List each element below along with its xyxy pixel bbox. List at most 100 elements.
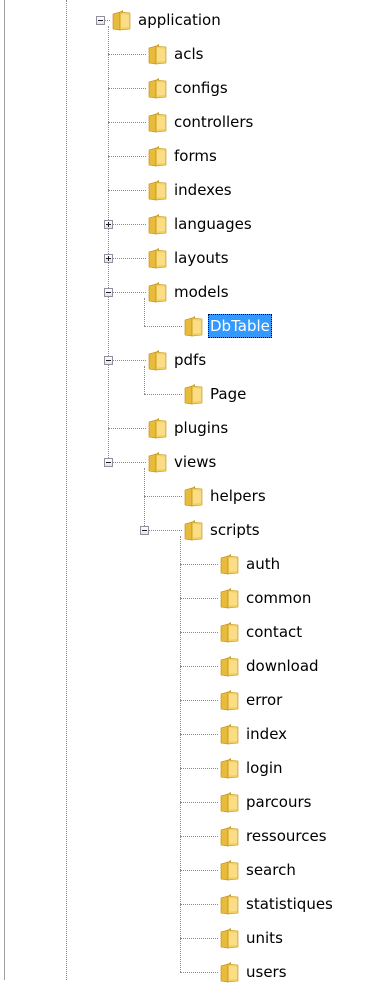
tree-node-forms[interactable]: forms [172,144,219,168]
folder-icon [146,246,170,270]
tree-node-error[interactable]: error [244,688,284,712]
folder-icon [218,926,242,950]
tree-connector-line [144,394,182,395]
tree-connector-line [180,598,218,599]
tree-node-models[interactable]: models [172,280,231,304]
tree-connector-line [180,904,218,905]
tree-node-controllers[interactable]: controllers [172,110,255,134]
tree-node-helpers[interactable]: helpers [208,484,268,508]
tree-connector-line [180,666,218,667]
tree-node-index[interactable]: index [244,722,289,746]
tree-node-search[interactable]: search [244,858,298,882]
tree-connector-line [180,972,218,973]
folder-icon [218,790,242,814]
tree-connector-line [144,496,182,497]
tree-connector-line [144,530,182,531]
tree-node-configs[interactable]: configs [172,76,230,100]
tree-connector-line [180,768,218,769]
tree-node-views[interactable]: views [172,450,218,474]
folder-icon [218,960,242,984]
tree-node-application[interactable]: application [136,8,223,32]
folder-icon [218,688,242,712]
tree-node-download[interactable]: download [244,654,321,678]
folder-icon [218,552,242,576]
expand-toggle-icon[interactable] [104,254,113,263]
tree-node-indexes[interactable]: indexes [172,178,234,202]
folder-icon [218,892,242,916]
folder-icon [182,382,206,406]
tree-connector-line [180,700,218,701]
tree-connector-line [180,938,218,939]
tree-connector-line [180,564,218,565]
tree-node-units[interactable]: units [244,926,285,950]
folder-icon [218,722,242,746]
folder-icon [110,8,134,32]
collapse-toggle-icon[interactable] [104,356,113,365]
folder-icon [146,212,170,236]
tree-node-acls[interactable]: acls [172,42,205,66]
tree-connector-line [108,462,146,463]
collapse-toggle-icon[interactable] [96,16,105,25]
tree-connector-line [108,88,146,89]
folder-icon [146,110,170,134]
tree-connector-line [180,734,218,735]
tree-connector-line [180,836,218,837]
tree-connector-line [66,0,67,980]
tree-node-dbtable[interactable]: DbTable [208,314,272,338]
tree-node-page[interactable]: Page [208,382,248,406]
tree-node-scripts[interactable]: scripts [208,518,262,542]
folder-icon [218,858,242,882]
folder-icon [182,518,206,542]
folder-icon [146,42,170,66]
tree-node-parcours[interactable]: parcours [244,790,313,814]
tree-connector-line [108,26,109,462]
tree-connector-line [144,468,145,530]
folder-icon [182,484,206,508]
tree-connector-line [144,366,145,394]
folder-icon [146,416,170,440]
tree-node-ressources[interactable]: ressources [244,824,329,848]
tree-connector-line [180,632,218,633]
tree-connector-line [180,536,181,972]
folder-icon [146,76,170,100]
tree-connector-line [108,156,146,157]
expand-toggle-icon[interactable] [104,220,113,229]
tree-node-pdfs[interactable]: pdfs [172,348,208,372]
folder-icon [182,314,206,338]
tree-node-auth[interactable]: auth [244,552,282,576]
tree-connector-line [108,190,146,191]
tree-connector-line [144,298,145,326]
tree-connector-line [108,292,146,293]
tree-node-contact[interactable]: contact [244,620,304,644]
folder-icon [146,348,170,372]
tree-connector-line [144,326,182,327]
collapse-toggle-icon[interactable] [140,526,149,535]
tree-connector-line [180,802,218,803]
folder-icon [146,280,170,304]
tree-node-layouts[interactable]: layouts [172,246,231,270]
tree-connector-line [108,428,146,429]
tree-connector-line [108,360,146,361]
window-left-border [4,0,5,980]
tree-node-login[interactable]: login [244,756,285,780]
folder-icon [218,586,242,610]
folder-icon [146,144,170,168]
tree-node-common[interactable]: common [244,586,313,610]
tree-node-statistiques[interactable]: statistiques [244,892,335,916]
folder-icon [218,756,242,780]
tree-node-users[interactable]: users [244,960,289,984]
folder-icon [218,620,242,644]
tree-connector-line [108,224,146,225]
collapse-toggle-icon[interactable] [104,288,113,297]
tree-node-plugins[interactable]: plugins [172,416,230,440]
folder-icon [146,450,170,474]
folder-icon [218,654,242,678]
tree-connector-line [180,870,218,871]
tree-node-languages[interactable]: languages [172,212,254,236]
tree-connector-line [108,258,146,259]
folder-icon [146,178,170,202]
collapse-toggle-icon[interactable] [104,458,113,467]
folder-icon [218,824,242,848]
folder-tree-view[interactable]: application acls configs controllers forms in… [0,0,382,983]
tree-connector-line [108,122,146,123]
